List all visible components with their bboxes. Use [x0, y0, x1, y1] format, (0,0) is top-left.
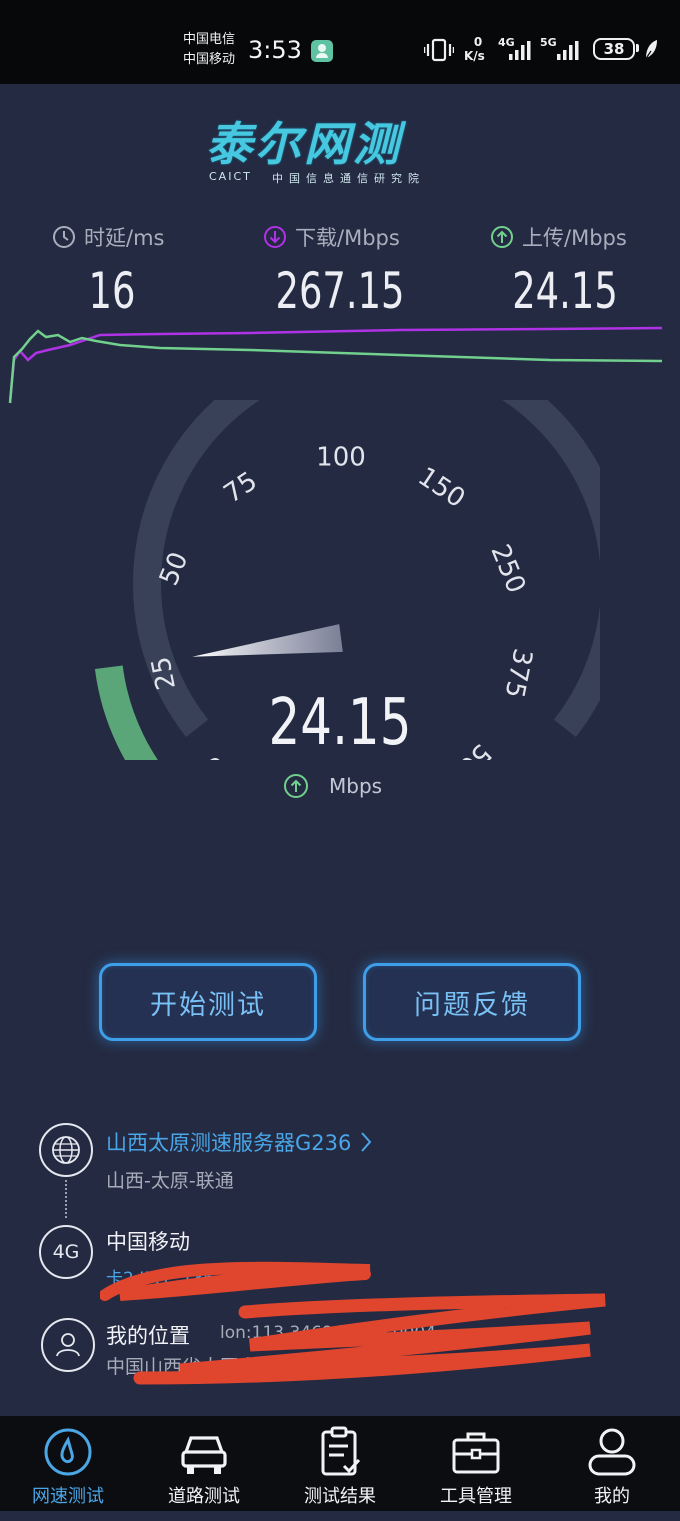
upload-history-line	[8, 329, 663, 404]
user-icon	[588, 1428, 636, 1476]
latency-value: 16	[88, 262, 136, 320]
app-logo-org: 中国信息通信研究院	[272, 172, 425, 185]
download-label: 下载/Mbps	[263, 222, 400, 252]
battery-indicator: 38	[593, 38, 635, 60]
speedometer-icon	[44, 1428, 92, 1476]
nav-label: 工具管理	[440, 1486, 512, 1507]
gauge-tick-label: 75	[219, 466, 263, 509]
chevron-right-icon	[361, 1132, 372, 1152]
status-bar: 中国电信 中国移动 3:53 0 K/s 4G 5G 38	[0, 0, 680, 84]
net-speed-value: 0	[473, 35, 483, 49]
status-time: 3:53	[248, 36, 302, 64]
upload-label: 上传/Mbps	[490, 222, 627, 252]
nav-tools[interactable]: 工具管理	[408, 1426, 544, 1521]
vibrate-icon	[424, 38, 454, 62]
redaction-scribble	[100, 1261, 606, 1385]
carrier-1: 中国电信	[183, 32, 236, 47]
nav-speed-test[interactable]: 网速测试	[0, 1426, 136, 1521]
gauge-unit: Mbps	[329, 774, 383, 798]
gauge-tick-label: 0	[197, 749, 230, 760]
gauge-tick-label: 25	[146, 654, 182, 692]
server-select-link[interactable]: 山西太原测速服务器G236	[106, 1127, 373, 1157]
latency-label-text: 时延/ms	[84, 226, 165, 250]
download-history-line	[8, 326, 663, 404]
bottom-navigation: 网速测试 道路测试 测试结果 工具管理 我的	[0, 1416, 680, 1511]
leaf-icon	[644, 40, 657, 61]
network-type-icon: 4G	[39, 1225, 93, 1279]
gauge-tick-label: 150	[412, 462, 470, 515]
server-name: 山西太原测速服务器G236	[106, 1131, 352, 1155]
nav-test-results[interactable]: 测试结果	[272, 1426, 408, 1521]
nav-label: 道路测试	[168, 1486, 240, 1507]
signal-sim1-icon	[509, 41, 531, 60]
nav-mine[interactable]: 我的	[544, 1426, 680, 1521]
app-logo-title: 泰尔网测	[206, 117, 402, 171]
car-icon	[181, 1436, 227, 1474]
feedback-button[interactable]: 问题反馈	[363, 963, 581, 1041]
upload-label-text: 上传/Mbps	[522, 226, 627, 250]
nav-label: 测试结果	[304, 1486, 376, 1507]
nav-road-test[interactable]: 道路测试	[136, 1426, 272, 1521]
gauge-tick-label: 100	[316, 443, 366, 473]
user-location-icon	[41, 1318, 95, 1372]
net-speed-unit: K/s	[464, 49, 485, 63]
gauge-tick-label: 500	[440, 737, 496, 760]
gauge-speed-value: 24.15	[268, 686, 412, 760]
upload-value: 24.15	[512, 262, 618, 320]
download-label-text: 下载/Mbps	[295, 226, 400, 250]
globe-icon	[39, 1123, 93, 1177]
nav-label: 网速测试	[32, 1486, 104, 1507]
upload-arrow-icon	[284, 774, 308, 798]
app-logo-caict: CAICT	[209, 170, 252, 183]
gauge-tick-label: 250	[484, 540, 531, 597]
clock-icon	[53, 226, 75, 248]
app-notification-icon	[311, 40, 333, 62]
connector-line	[65, 1180, 67, 1218]
carrier-2: 中国移动	[183, 52, 236, 67]
download-value: 267.15	[275, 262, 405, 320]
signal-sim2-icon	[557, 41, 579, 60]
gauge-tick-label: 375	[498, 646, 537, 701]
gauge-unit-row: Mbps	[283, 773, 382, 799]
gauge-needle	[192, 624, 343, 657]
toolbox-icon	[452, 1432, 500, 1474]
start-test-button[interactable]: 开始测试	[99, 963, 317, 1041]
latency-label: 时延/ms	[52, 222, 164, 252]
speed-history-graph	[8, 326, 663, 404]
upload-arrow-icon	[491, 226, 513, 248]
clipboard-check-icon	[321, 1426, 361, 1476]
download-arrow-icon	[264, 226, 286, 248]
battery-tip	[636, 44, 639, 52]
server-location: 山西-太原-联通	[106, 1170, 234, 1192]
nav-label: 我的	[594, 1486, 630, 1507]
